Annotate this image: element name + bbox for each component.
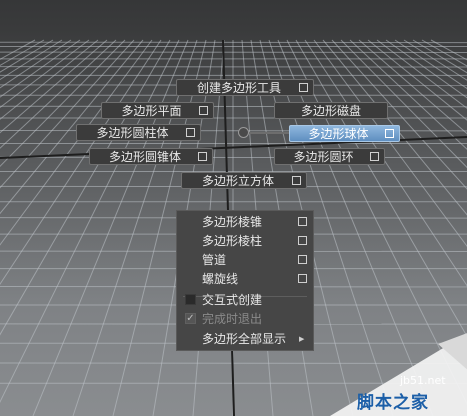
grid-line-depth xyxy=(0,39,135,189)
menu-polygon-cube[interactable]: 多边形立方体 xyxy=(181,172,307,189)
menu-label: 多边形磁盘 xyxy=(300,104,361,118)
menu-item-label: 多边形棱柱 xyxy=(202,234,263,248)
menu-create-polygon-tool[interactable]: 创建多边形工具 xyxy=(176,79,314,96)
grid-line-depth xyxy=(0,39,126,168)
maya-viewport[interactable]: 创建多边形工具 多边形平面 多边形磁盘 多边形圆柱体 多边形球体 多边形圆锥体 … xyxy=(0,0,467,416)
grid-line-depth xyxy=(0,39,36,60)
menu-item-pipe[interactable]: 管道 xyxy=(177,250,313,269)
marking-menu-drag-line xyxy=(248,132,290,134)
option-box-icon[interactable] xyxy=(299,83,308,92)
grid-line-depth xyxy=(0,39,63,81)
option-box-icon[interactable] xyxy=(292,176,301,185)
menu-polygon-disc[interactable]: 多边形磁盘 xyxy=(274,102,388,119)
option-box-icon[interactable] xyxy=(298,255,307,264)
option-box-icon[interactable] xyxy=(199,106,208,115)
menu-item-label: 多边形全部显示 xyxy=(202,332,287,346)
watermark-brand-text: 脚本之家 xyxy=(357,393,429,413)
menu-polygon-cone[interactable]: 多边形圆锥体 xyxy=(89,148,213,165)
menu-item-helix[interactable]: 螺旋线 xyxy=(177,269,313,288)
option-box-icon[interactable] xyxy=(298,274,307,283)
option-box-icon[interactable] xyxy=(298,236,307,245)
option-box-icon[interactable] xyxy=(385,129,394,138)
menu-label: 多边形平面 xyxy=(121,104,182,118)
menu-label: 多边形球体 xyxy=(308,127,369,141)
option-box-icon[interactable] xyxy=(198,152,207,161)
menu-polygon-cylinder[interactable]: 多边形圆柱体 xyxy=(76,124,201,141)
menu-polygon-torus[interactable]: 多边形圆环 xyxy=(274,148,385,165)
overflow-menu: 多边形棱锥 多边形棱柱 管道 螺旋线 交互式创建 ✓ 完成时退出 多边形全部显示… xyxy=(176,210,314,351)
grid-line-depth xyxy=(0,39,171,336)
marking-menu-center-handle xyxy=(238,127,249,138)
grid-line-depth xyxy=(0,39,108,134)
option-box-icon[interactable] xyxy=(370,152,379,161)
grid-line-depth xyxy=(0,39,180,403)
grid-line-depth xyxy=(0,39,162,286)
grid-line-depth xyxy=(0,39,153,246)
menu-item-interactive-create[interactable]: 交互式创建 xyxy=(177,290,313,309)
menu-item-polygon-pyramid[interactable]: 多边形棱锥 xyxy=(177,212,313,231)
menu-polygon-plane[interactable]: 多边形平面 xyxy=(101,102,214,119)
menu-item-label: 螺旋线 xyxy=(202,272,239,286)
menu-item-show-all-polygons[interactable]: 多边形全部显示 ▶ xyxy=(177,329,313,348)
menu-item-polygon-prism[interactable]: 多边形棱柱 xyxy=(177,231,313,250)
menu-item-label: 完成时退出 xyxy=(202,312,263,326)
menu-label: 多边形圆锥体 xyxy=(108,150,181,164)
grid-line-depth xyxy=(0,39,117,149)
menu-polygon-sphere[interactable]: 多边形球体 xyxy=(289,125,400,142)
menu-item-label: 交互式创建 xyxy=(202,293,263,307)
menu-item-label: 多边形棱锥 xyxy=(202,215,263,229)
submenu-arrow-icon: ▶ xyxy=(299,334,305,343)
checkbox-checked-icon[interactable]: ✓ xyxy=(185,313,196,324)
option-box-icon[interactable] xyxy=(186,128,195,137)
menu-item-exit-on-completion[interactable]: ✓ 完成时退出 xyxy=(177,309,313,328)
menu-item-label: 管道 xyxy=(202,253,227,267)
menu-label: 多边形圆柱体 xyxy=(96,126,169,140)
grid-line-depth xyxy=(0,39,54,73)
menu-label: 多边形立方体 xyxy=(201,174,274,188)
grid-line-depth xyxy=(0,39,72,89)
menu-label: 多边形圆环 xyxy=(293,150,354,164)
option-box-icon[interactable] xyxy=(298,217,307,226)
watermark-site-text: jb51.net xyxy=(400,374,446,387)
grid-line-depth xyxy=(0,39,90,109)
menu-label: 创建多边形工具 xyxy=(196,81,281,95)
checkbox-unchecked-icon[interactable] xyxy=(185,294,196,305)
